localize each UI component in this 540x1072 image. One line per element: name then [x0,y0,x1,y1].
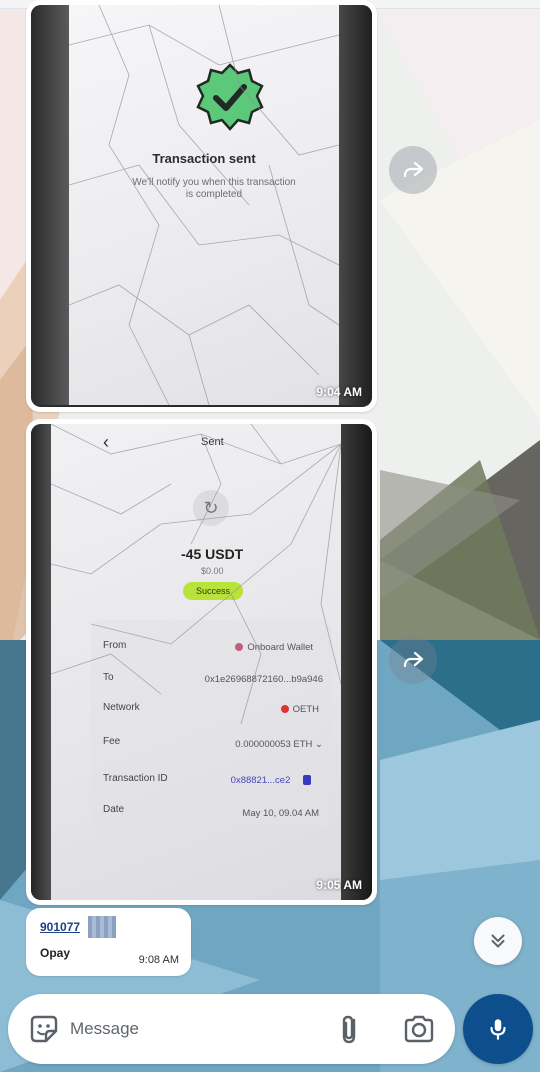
amount: -45 USDT [181,546,244,562]
row-value-fee: 0.000000053 ETH ⌄ [235,739,323,750]
image-message-photo: ‹ Sent ↻ -45 USDT $0.00 Success From Onb… [31,424,372,900]
row-value-transaction-id-text: 0x88821...ce2 [230,775,291,786]
row-value-network-text: OETH [292,704,319,715]
wallet-icon [235,643,244,652]
message-time: 9:05 AM [316,878,362,892]
network-icon [280,705,289,714]
row-label-network: Network [103,702,140,713]
message-input[interactable] [70,1016,320,1042]
row-label-fee: Fee [103,736,121,747]
forward-button[interactable] [389,146,437,194]
row-value-from-text: Onboard Wallet [247,642,313,653]
phone-bezel-right [339,5,372,405]
chevron-down-icon: ⌄ [315,739,323,750]
verified-check-badge-icon [194,63,266,135]
camera-icon[interactable] [402,1014,436,1044]
row-label-transaction-id: Transaction ID [103,773,168,784]
message-time: 9:08 AM [138,954,179,966]
usd-value: $0.00 [201,566,224,576]
phone-bezel-left [31,424,51,900]
row-value-to: 0x1e26968872160...b9a946 [204,674,323,685]
double-chevron-down-icon [491,934,505,948]
phone-bezel-right [341,424,372,900]
phone-screen: ‹ Sent ↻ -45 USDT $0.00 Success From Onb… [51,424,341,900]
image-message-photo: Transaction sent We'll notify you when t… [31,5,372,407]
row-value-from: Onboard Wallet [235,642,313,653]
redacted-text [88,916,116,938]
phone-screen: Transaction sent We'll notify you when t… [69,5,339,405]
forward-icon [403,651,424,668]
row-value-date: May 10, 09.04 AM [242,808,319,819]
transaction-sent-subtitle: We'll notify you when this transaction i… [132,177,296,200]
row-label-from: From [103,640,127,651]
transaction-details-card: From Onboard Wallet To 0x1e26968872160..… [91,620,331,830]
sticker-emoji-icon[interactable] [28,1013,60,1045]
copy-icon [303,775,311,786]
row-value-network: OETH [280,704,319,715]
message-time: 9:04 AM [316,385,362,399]
message-text-line2: Opay [40,946,71,960]
row-value-fee-text: 0.000000053 ETH [235,739,313,750]
message-composer [8,994,455,1064]
forward-icon [403,161,424,178]
image-message-2[interactable]: ‹ Sent ↻ -45 USDT $0.00 Success From Onb… [26,419,377,905]
forward-button[interactable] [389,636,437,684]
transaction-sent-title: Transaction sent [152,151,256,166]
image-message-1[interactable]: Transaction sent We'll notify you when t… [26,0,377,412]
loading-icon: ↻ [193,490,229,526]
text-message[interactable]: 901077 Opay 9:08 AM [26,908,191,976]
row-label-date: Date [103,804,125,815]
screen-header: Sent [201,436,224,448]
microphone-icon [490,1019,506,1040]
back-arrow-icon: ‹ [103,432,109,452]
scroll-to-bottom-button[interactable] [474,917,522,965]
status-badge: Success [183,582,243,600]
paperclip-icon[interactable] [336,1012,364,1046]
phone-bezel-left [31,5,69,405]
message-text-line1: 901077 [40,920,81,934]
row-label-to: To [103,672,114,683]
row-value-transaction-id: 0x88821...ce2 [231,775,311,786]
voice-record-button[interactable] [463,994,533,1064]
